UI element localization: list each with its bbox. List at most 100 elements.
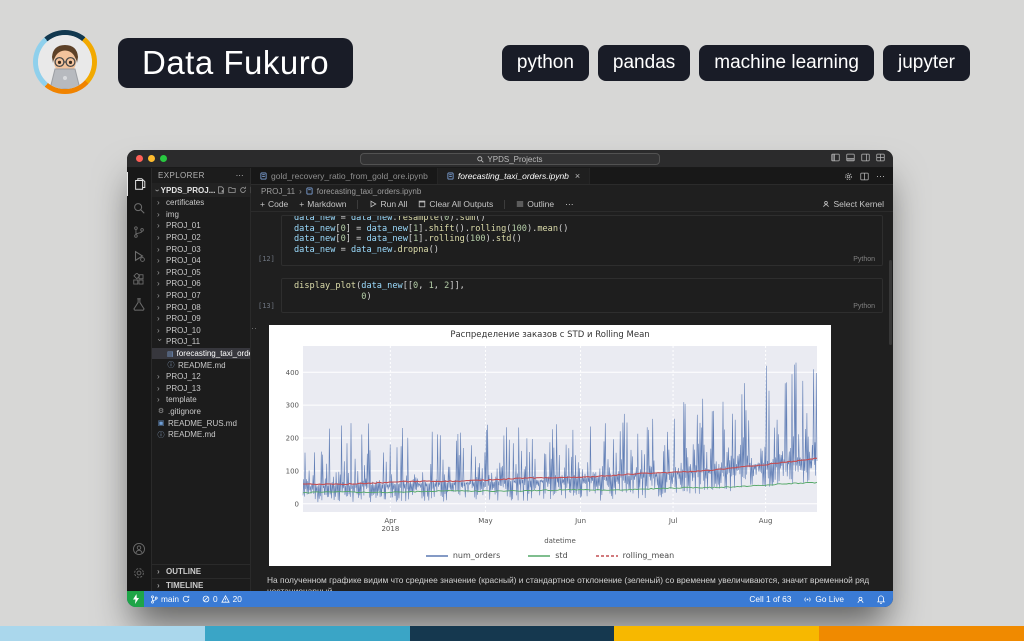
tab-label: gold_recovery_ratio_from_gold_ore.ipynb (271, 171, 428, 181)
tree-item-template[interactable]: ›template (152, 394, 250, 406)
testing-icon[interactable] (127, 292, 152, 316)
notebook-settings-gear-icon[interactable] (844, 172, 853, 181)
zoom-window-button[interactable] (160, 155, 167, 162)
toggle-secondary-sidebar-icon[interactable] (861, 153, 870, 162)
run-debug-icon[interactable] (127, 244, 152, 268)
notifications-bell-icon[interactable] (871, 595, 893, 604)
chart-legend: num_ordersstdrolling_mean (269, 551, 831, 560)
git-branch-indicator[interactable]: main (144, 594, 196, 604)
toggle-panel-icon[interactable] (846, 153, 855, 162)
toggle-sidebar-icon[interactable] (831, 153, 840, 162)
svg-text:300: 300 (286, 402, 299, 410)
tag-python: python (502, 45, 589, 81)
breadcrumb[interactable]: PROJ_11 › forecasting_taxi_orders.ipynb (251, 185, 893, 197)
tree-item-proj-11[interactable]: ›PROJ_11 (152, 336, 250, 348)
kernel-icon (822, 200, 830, 208)
tree-item-img[interactable]: ›img (152, 209, 250, 221)
workspace-root-label: YPDS_PROJ... (161, 186, 216, 195)
outline-section[interactable]: › OUTLINE (152, 565, 250, 578)
feedback-icon[interactable] (850, 595, 871, 604)
tree-item-proj-04[interactable]: ›PROJ_04 (152, 255, 250, 267)
brand-avatar (33, 30, 97, 94)
tree-item-proj-13[interactable]: ›PROJ_13 (152, 383, 250, 395)
strip-navy (410, 626, 615, 641)
minimize-window-button[interactable] (148, 155, 155, 162)
tab-bar: gold_recovery_ratio_from_gold_ore.ipynb … (251, 168, 893, 185)
tree-item-label: PROJ_02 (166, 233, 201, 242)
activity-bar (127, 168, 152, 591)
tab-forecasting-taxi-orders[interactable]: forecasting_taxi_orders.ipynb × (438, 168, 590, 184)
tree-item--gitignore[interactable]: ⚙.gitignore (152, 406, 250, 418)
legend-item-num_orders: num_orders (426, 551, 500, 560)
tree-item-certificates[interactable]: ›certificates (152, 197, 250, 209)
svg-text:Jul: Jul (668, 517, 678, 525)
command-center-search[interactable]: YPDS_Projects (360, 153, 660, 165)
cell-language[interactable]: Python (853, 256, 875, 263)
tree-item-label: PROJ_07 (166, 291, 201, 300)
output-more-icon[interactable]: ⋯ (251, 323, 258, 334)
tree-item-readme-md[interactable]: ⓘREADME.md (152, 359, 250, 371)
run-all-button[interactable]: Run All (369, 199, 407, 209)
window-controls[interactable] (136, 155, 167, 162)
editor-scrollbar[interactable] (889, 260, 892, 345)
new-folder-icon[interactable] (228, 186, 236, 194)
breadcrumb-file[interactable]: forecasting_taxi_orders.ipynb (317, 187, 422, 196)
warning-count: 20 (233, 594, 242, 604)
search-icon (477, 156, 484, 163)
search-view-icon[interactable] (127, 196, 152, 220)
add-markdown-cell-button[interactable]: +Markdown (299, 199, 346, 209)
tree-item-readme-md[interactable]: ⓘREADME.md (152, 429, 250, 441)
code-cell-1[interactable]: data_new = data_new.resample(0).sum()d… (281, 215, 883, 266)
remote-indicator[interactable] (127, 591, 144, 607)
workspace-root-item[interactable]: › YPDS_PROJ... (152, 183, 250, 197)
split-editor-icon[interactable] (860, 172, 869, 181)
tree-item-proj-05[interactable]: ›PROJ_05 (152, 267, 250, 279)
editor-more-actions-icon[interactable]: ⋯ (876, 171, 885, 182)
tree-item-proj-03[interactable]: ›PROJ_03 (152, 243, 250, 255)
tree-item-readme-rus-md[interactable]: ▣README_RUS.md (152, 417, 250, 429)
tab-gold-recovery[interactable]: gold_recovery_ratio_from_gold_ore.ipynb (251, 168, 438, 184)
close-window-button[interactable] (136, 155, 143, 162)
select-kernel-button[interactable]: Select Kernel (822, 199, 884, 209)
tree-item-proj-10[interactable]: ›PROJ_10 (152, 325, 250, 337)
source-control-icon[interactable] (127, 220, 152, 244)
settings-gear-icon[interactable] (127, 561, 152, 585)
explorer-more-icon[interactable]: ⋯ (236, 171, 244, 180)
execution-count: [13] (258, 302, 275, 310)
add-code-cell-button[interactable]: +Code (260, 199, 288, 209)
extensions-icon[interactable] (127, 268, 152, 292)
new-file-icon[interactable] (217, 186, 225, 194)
breadcrumb-separator: › (299, 187, 302, 196)
tree-item-forecasting-taxi-orders-[interactable]: ▤forecasting_taxi_orders... (152, 348, 250, 360)
tree-item-proj-08[interactable]: ›PROJ_08 (152, 301, 250, 313)
tree-item-proj-02[interactable]: ›PROJ_02 (152, 232, 250, 244)
accounts-icon[interactable] (127, 537, 152, 561)
vscode-window: ←→ YPDS_Projects (127, 150, 893, 607)
timeline-section[interactable]: › TIMELINE (152, 578, 250, 591)
tree-item-proj-12[interactable]: ›PROJ_12 (152, 371, 250, 383)
customize-layout-icon[interactable] (876, 153, 885, 162)
go-live-button[interactable]: Go Live (797, 594, 850, 604)
code-editor[interactable]: display_plot(data_new[[0, 1, 2]], … (282, 279, 882, 302)
code-editor[interactable]: data_new = data_new.resample(0).sum()d… (282, 216, 882, 255)
tree-item-proj-01[interactable]: ›PROJ_01 (152, 220, 250, 232)
breadcrumb-folder[interactable]: PROJ_11 (261, 187, 295, 196)
clear-all-outputs-button[interactable]: Clear All Outputs (418, 199, 493, 209)
toolbar-more-icon[interactable]: ⋯ (565, 199, 574, 210)
refresh-icon[interactable] (239, 186, 247, 194)
tree-item-proj-07[interactable]: ›PROJ_07 (152, 290, 250, 302)
explorer-icon[interactable] (127, 172, 152, 196)
close-tab-icon[interactable]: × (575, 171, 580, 181)
tree-item-proj-09[interactable]: ›PROJ_09 (152, 313, 250, 325)
tree-item-label: PROJ_11 (166, 337, 200, 346)
outline-button[interactable]: Outline (516, 199, 554, 209)
cell-indicator[interactable]: Cell 1 of 63 (743, 594, 797, 604)
svg-text:100: 100 (286, 467, 299, 475)
timeline-label: TIMELINE (166, 581, 203, 590)
strip-yellow (614, 626, 819, 641)
cell-language[interactable]: Python (853, 303, 875, 310)
branch-name: main (161, 594, 179, 604)
tree-item-proj-06[interactable]: ›PROJ_06 (152, 278, 250, 290)
problems-indicator[interactable]: 0 20 (196, 594, 248, 604)
code-cell-2[interactable]: display_plot(data_new[[0, 1, 2]], … (281, 278, 883, 313)
